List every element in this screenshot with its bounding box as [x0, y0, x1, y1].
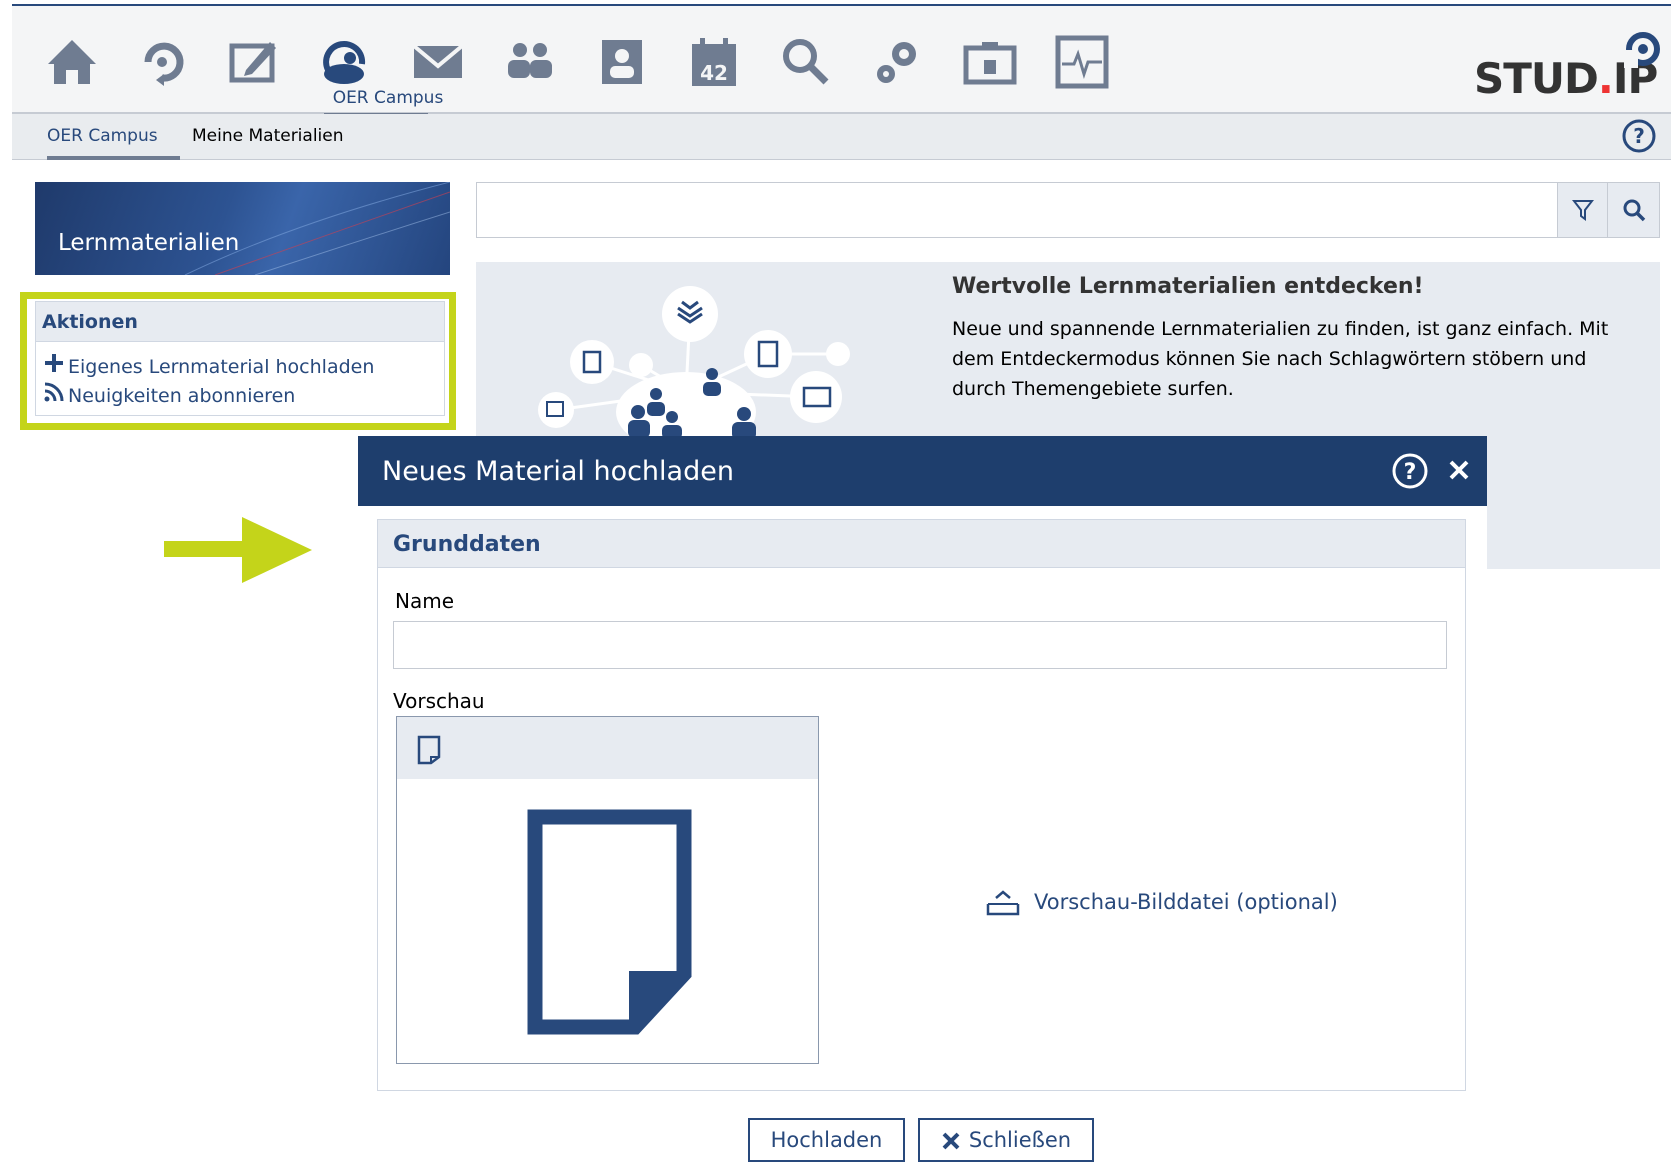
svg-text:?: ?: [1404, 460, 1417, 485]
sidebar-header: Lernmaterialien: [35, 182, 450, 275]
home-icon[interactable]: [44, 34, 100, 90]
add-icon: [44, 353, 68, 378]
main-navigation: 42 OER Campus STUD.IP: [12, 6, 1671, 117]
fieldset-legend: Grunddaten: [393, 532, 541, 557]
community-icon[interactable]: [502, 34, 558, 90]
upload-link-label: Vorschau-Bilddatei (optional): [1034, 890, 1338, 914]
activity-icon[interactable]: [134, 34, 190, 90]
actions-header: Aktionen: [36, 302, 444, 342]
discovery-illustration: [538, 286, 850, 442]
mail-icon[interactable]: [410, 34, 466, 90]
action-label: Eigenes Lernmaterial hochladen: [68, 356, 375, 378]
discovery-title: Wertvolle Lernmaterialien entdecken!: [952, 274, 1424, 299]
search-icon: [1623, 199, 1646, 222]
action-upload-material[interactable]: Eigenes Lernmaterial hochladen: [44, 353, 374, 378]
svg-text:?: ?: [1633, 124, 1645, 148]
tab-meine-materialien[interactable]: Meine Materialien: [192, 126, 344, 146]
filter-button[interactable]: [1557, 183, 1607, 237]
preview-box: [396, 716, 819, 1064]
search-icon[interactable]: [778, 34, 834, 90]
calendar-icon[interactable]: 42: [686, 34, 742, 90]
dialog-close-icon[interactable]: [1443, 454, 1475, 486]
discovery-text: Neue und spannende Lernmaterialien zu fi…: [952, 318, 1609, 400]
upload-button[interactable]: Hochladen: [748, 1118, 905, 1162]
studip-logo[interactable]: STUD.IP: [1474, 30, 1664, 110]
nav-label-oer-campus[interactable]: OER Campus: [318, 88, 458, 108]
file-preview-icon: [527, 809, 692, 1035]
search-button[interactable]: [1607, 183, 1659, 237]
search-input[interactable]: [476, 182, 1660, 238]
monitor-icon[interactable]: [1054, 34, 1110, 90]
actions-widget: Aktionen Eigenes Lernmaterial hochladen …: [35, 301, 445, 416]
sidebar-title: Lernmaterialien: [58, 230, 240, 256]
oer-campus-icon[interactable]: [318, 34, 374, 90]
active-tab-indicator: [47, 156, 180, 160]
action-subscribe-news[interactable]: Neuigkeiten abonnieren: [44, 382, 295, 407]
close-button[interactable]: Schließen: [918, 1118, 1094, 1162]
help-icon[interactable]: ?: [1621, 118, 1657, 154]
admin-icon[interactable]: [870, 34, 926, 90]
action-label: Neuigkeiten abonnieren: [68, 385, 296, 407]
logo-mark-icon: [1624, 32, 1660, 68]
preview-image-upload-link[interactable]: Vorschau-Bilddatei (optional): [986, 890, 1338, 916]
sidebar-header-decoration: [184, 182, 450, 275]
name-input[interactable]: [393, 621, 1447, 669]
calendar-day: 42: [700, 61, 728, 85]
dialog-help-icon[interactable]: ?: [1391, 452, 1429, 490]
name-label: Name: [395, 589, 455, 613]
actions-title: Aktionen: [42, 311, 138, 333]
rss-icon: [44, 382, 68, 407]
filter-icon: [1572, 200, 1594, 221]
preview-box-header: [397, 717, 818, 779]
dialog-titlebar: Neues Material hochladen ?: [358, 436, 1487, 506]
fieldset-header: Grunddaten: [378, 520, 1465, 568]
arrow-icon: [164, 517, 312, 583]
dialog-title: Neues Material hochladen: [382, 456, 734, 487]
edit-icon[interactable]: [226, 34, 282, 90]
close-button-label: Schließen: [968, 1128, 1072, 1152]
tab-oer-campus[interactable]: OER Campus: [47, 126, 158, 146]
close-icon: [942, 1132, 960, 1150]
resources-icon[interactable]: [962, 34, 1018, 90]
file-icon: [417, 735, 441, 765]
profile-icon[interactable]: [594, 34, 650, 90]
sub-navigation: OER Campus Meine Materialien: [12, 114, 1671, 160]
preview-label: Vorschau: [393, 689, 485, 713]
upload-icon: [986, 890, 1020, 916]
